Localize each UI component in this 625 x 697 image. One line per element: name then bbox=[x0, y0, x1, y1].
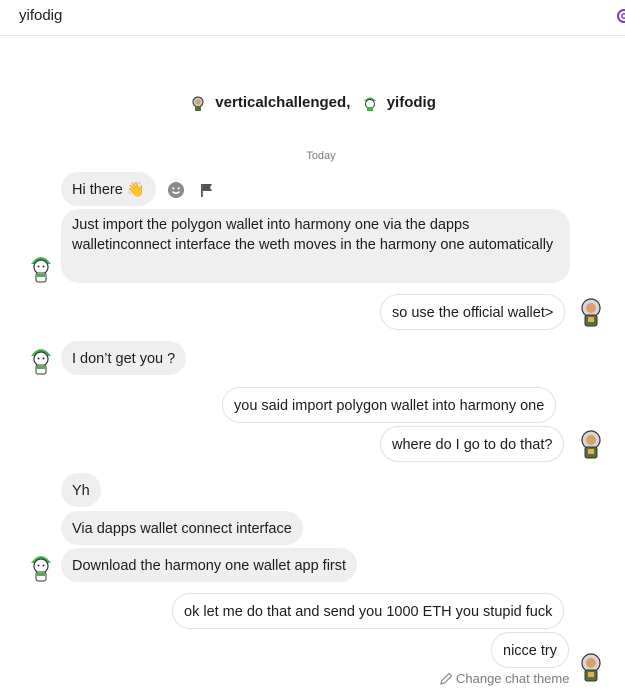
message-bubble[interactable]: where do I go to do that? bbox=[380, 426, 565, 462]
flag-icon[interactable] bbox=[198, 181, 216, 199]
message-bubble[interactable]: you said import polygon wallet into harm… bbox=[222, 387, 557, 423]
change-chat-theme-label: Change chat theme bbox=[456, 671, 570, 686]
message-bubble[interactable]: I don’t get you ? bbox=[61, 341, 187, 375]
avatar-verticalchallenged[interactable] bbox=[578, 297, 604, 329]
emoji-react-icon[interactable] bbox=[167, 181, 185, 199]
message-bubble[interactable]: Yh bbox=[61, 473, 101, 507]
chat-title: yifodig bbox=[19, 7, 63, 24]
pencil-icon bbox=[440, 672, 453, 685]
message-bubble[interactable]: Hi there 👋 bbox=[61, 172, 156, 206]
avatar-small bbox=[361, 94, 379, 112]
message-bubble[interactable]: nicce try bbox=[491, 632, 569, 668]
date-separator: Today bbox=[306, 150, 336, 162]
gear-icon[interactable] bbox=[614, 6, 625, 26]
avatar-yifodig[interactable] bbox=[28, 551, 54, 583]
avatar-verticalchallenged[interactable] bbox=[578, 429, 604, 461]
message-bubble[interactable]: so use the official wallet> bbox=[380, 294, 566, 330]
message-bubble[interactable]: Via dapps wallet connect interface bbox=[61, 511, 303, 545]
message-bubble[interactable]: Download the harmony one wallet app firs… bbox=[61, 548, 358, 582]
message-bubble[interactable]: Just import the polygon wallet into harm… bbox=[61, 209, 570, 283]
avatar-verticalchallenged[interactable] bbox=[578, 652, 604, 684]
participant-name[interactable]: verticalchallenged, bbox=[215, 94, 350, 111]
message-bubble[interactable]: ok let me do that and send you 1000 ETH … bbox=[172, 593, 565, 629]
chat-header: yifodig bbox=[0, 0, 625, 36]
participant-name[interactable]: yifodig bbox=[387, 94, 436, 111]
avatar-small bbox=[189, 94, 207, 112]
change-chat-theme-link[interactable]: Change chat theme bbox=[440, 671, 569, 686]
chat-participants: verticalchallenged, yifodig bbox=[0, 94, 625, 112]
avatar-yifodig[interactable] bbox=[28, 344, 54, 376]
avatar-yifodig[interactable] bbox=[28, 252, 54, 284]
